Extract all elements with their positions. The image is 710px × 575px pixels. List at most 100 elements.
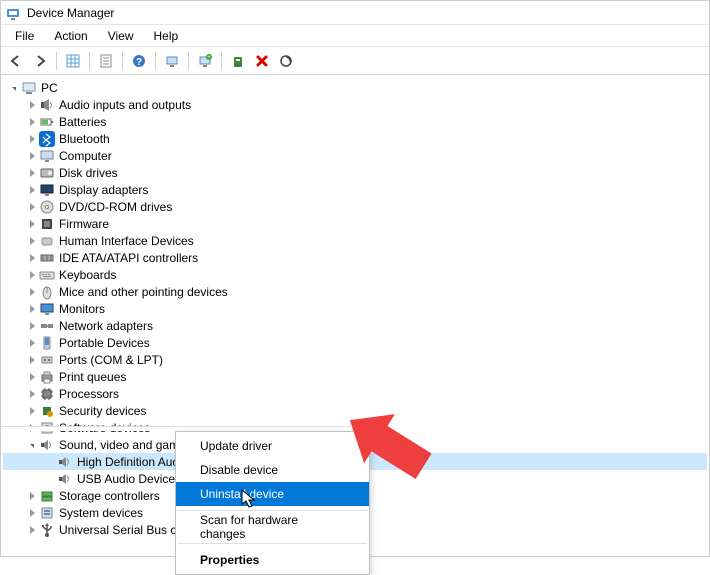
dvd-icon [39,199,55,215]
toolbar-show-hidden-button[interactable] [62,50,84,72]
tree-node-label: Display adapters [59,183,154,197]
disk-icon [39,165,55,181]
tree-row[interactable]: PC [3,79,707,96]
expand-collapse-icon[interactable] [25,98,39,112]
tree-node-label: Universal Serial Bus co [59,523,189,537]
expand-collapse-icon[interactable] [25,302,39,316]
tree-row[interactable]: Portable Devices [3,334,707,351]
tree-row[interactable]: IDE ATA/ATAPI controllers [3,249,707,266]
expand-collapse-icon[interactable] [25,132,39,146]
toolbar-device-install-button[interactable] [227,50,249,72]
toolbar-separator [56,52,57,70]
menu-action[interactable]: Action [44,27,97,45]
tree-row[interactable]: Monitors [3,300,707,317]
toolbar-back-button[interactable] [5,50,27,72]
title-bar: Device Manager [1,1,709,25]
context-menu-item[interactable]: Properties [176,548,369,572]
firmware-icon [39,216,55,232]
port-icon [39,352,55,368]
tree-node-label: Portable Devices [59,336,156,350]
sound-icon [39,437,55,453]
expand-collapse-icon[interactable] [25,336,39,350]
tree-node-label: Computer [59,149,118,163]
tree-node-label: USB Audio Device [77,472,181,486]
toolbar-properties-button[interactable] [95,50,117,72]
tree-row[interactable]: Network adapters [3,317,707,334]
tree-row[interactable]: Batteries [3,113,707,130]
tree-row[interactable]: Human Interface Devices [3,232,707,249]
svg-text:?: ? [136,57,142,68]
security-icon [39,403,55,419]
tree-row[interactable]: Ports (COM & LPT) [3,351,707,368]
expand-collapse-icon[interactable] [25,217,39,231]
expand-collapse-icon[interactable] [25,251,39,265]
expand-collapse-icon[interactable] [25,353,39,367]
tree-row[interactable]: DVD/CD-ROM drives [3,198,707,215]
tree-node-label: System devices [59,506,149,520]
toolbar-separator [221,52,222,70]
toolbar-help-button[interactable]: ? [128,50,150,72]
tree-row[interactable]: Display adapters [3,181,707,198]
expand-collapse-icon[interactable] [25,387,39,401]
tree-node-label: Print queues [59,370,132,384]
expand-collapse-icon[interactable] [25,200,39,214]
tree-row[interactable]: Firmware [3,215,707,232]
toolbar-forward-button[interactable] [29,50,51,72]
tree-node-label: High Definition Auc [77,455,184,469]
expand-collapse-icon[interactable] [25,370,39,384]
expand-collapse-icon[interactable] [25,149,39,163]
hid-icon [39,233,55,249]
keyboard-icon [39,267,55,283]
expand-collapse-icon[interactable] [25,234,39,248]
toolbar-uninstall-button[interactable] [251,50,273,72]
tree-node-label: Security devices [59,404,152,418]
tree-node-label: Network adapters [59,319,159,333]
expand-collapse-icon[interactable] [25,183,39,197]
expand-collapse-icon[interactable] [25,404,39,418]
tree-node-label: IDE ATA/ATAPI controllers [59,251,204,265]
expand-collapse-icon[interactable] [25,506,39,520]
menu-view[interactable]: View [98,27,144,45]
audio-device-icon [57,454,73,470]
svg-text:+: + [207,55,211,61]
tree-row[interactable]: Print queues [3,368,707,385]
system-icon [39,505,55,521]
expand-collapse-icon[interactable] [25,438,39,452]
expand-collapse-icon[interactable] [25,489,39,503]
expand-collapse-icon[interactable] [25,166,39,180]
tree-row[interactable]: Processors [3,385,707,402]
tree-node-label: Mice and other pointing devices [59,285,234,299]
menu-help[interactable]: Help [144,27,189,45]
app-icon [5,5,21,21]
toolbar-separator [188,52,189,70]
expand-collapse-icon[interactable] [25,268,39,282]
tree-node-label: Ports (COM & LPT) [59,353,169,367]
expand-collapse-icon[interactable] [25,285,39,299]
tree-node-label: Batteries [59,115,112,129]
context-menu-separator [178,543,367,544]
toolbar-scan-button[interactable] [161,50,183,72]
toolbar-separator [122,52,123,70]
tree-node-label: DVD/CD-ROM drives [59,200,178,214]
expand-collapse-icon[interactable] [25,319,39,333]
tree-row[interactable]: Computer [3,147,707,164]
tree-row[interactable]: Bluetooth [3,130,707,147]
printer-icon [39,369,55,385]
tree-row[interactable]: Audio inputs and outputs [3,96,707,113]
expand-collapse-icon[interactable] [25,523,39,537]
cpu-icon [39,386,55,402]
expand-collapse-icon[interactable] [7,81,21,95]
tree-row[interactable]: Keyboards [3,266,707,283]
context-menu-item[interactable]: Uninstall device [176,482,369,506]
tree-row[interactable]: Disk drives [3,164,707,181]
tree-row[interactable]: Mice and other pointing devices [3,283,707,300]
context-menu-item[interactable]: Scan for hardware changes [176,515,369,539]
bluetooth-icon [39,131,55,147]
tree-spacer [43,472,57,486]
toolbar-update-button[interactable]: + [194,50,216,72]
toolbar-scan-hw-button[interactable] [275,50,297,72]
tree-node-label: Firmware [59,217,115,231]
menu-file[interactable]: File [5,27,44,45]
speaker-icon [39,97,55,113]
expand-collapse-icon[interactable] [25,115,39,129]
